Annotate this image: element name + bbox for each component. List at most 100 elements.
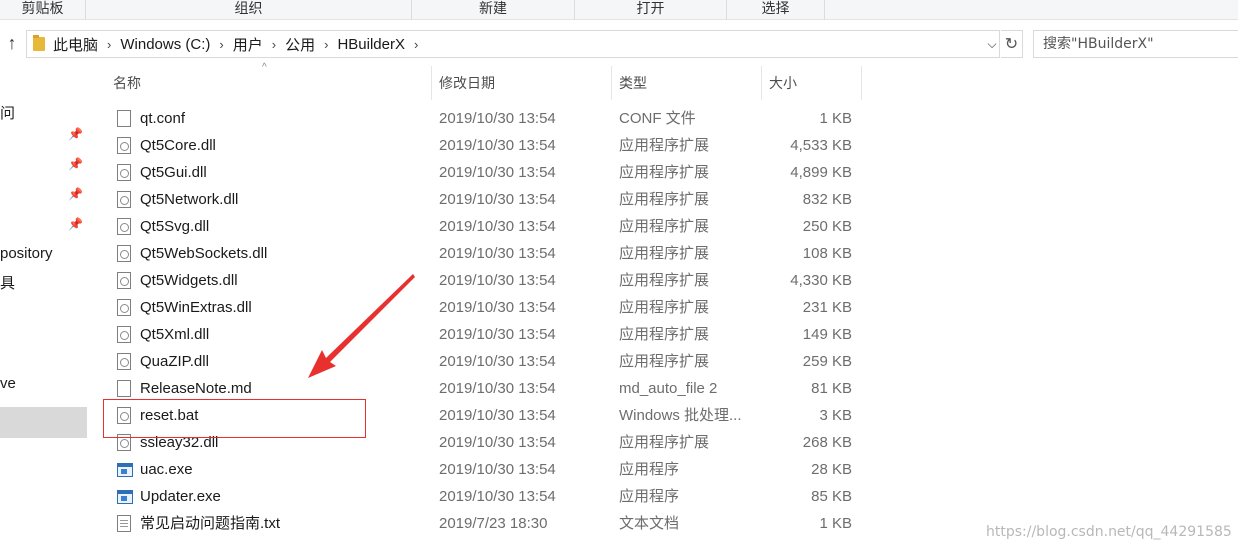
file-row[interactable]: QuaZIP.dll 2019/10/30 13:54 应用程序扩展 259 KB	[106, 348, 862, 375]
file-size: 4,899 KB	[790, 164, 852, 181]
file-size: 3 KB	[819, 407, 852, 424]
pin-icon[interactable]: 📌	[68, 157, 83, 171]
file-name[interactable]: 常见启动问题指南.txt	[140, 510, 432, 537]
ribbon-group-new: 新建	[412, 0, 575, 20]
file-date: 2019/10/30 13:54	[439, 245, 556, 262]
refresh-icon[interactable]: ↻	[1001, 30, 1023, 58]
pin-icon[interactable]: 📌	[68, 127, 83, 141]
file-size: 28 KB	[811, 461, 852, 478]
file-icon	[117, 380, 131, 397]
file-name[interactable]: Qt5Core.dll	[140, 132, 432, 159]
file-row[interactable]: 常见启动问题指南.txt 2019/7/23 18:30 文本文档 1 KB	[106, 510, 862, 537]
column-header-date[interactable]: 修改日期	[432, 66, 612, 100]
chevron-right-icon[interactable]: ›	[272, 37, 276, 52]
nav-item-selected[interactable]	[0, 407, 87, 438]
ribbon-group-organize: 组织	[86, 0, 412, 20]
file-name[interactable]: Updater.exe	[140, 483, 432, 510]
chevron-down-icon[interactable]: ⌵	[983, 31, 1001, 57]
column-header-type[interactable]: 类型	[612, 66, 762, 100]
ribbon-group-clipboard: 剪贴板	[0, 0, 86, 20]
folder-icon	[33, 35, 45, 51]
application-icon	[117, 463, 133, 477]
breadcrumb-item-windows-c[interactable]: Windows (C:)	[120, 36, 210, 53]
file-size: 231 KB	[802, 299, 852, 316]
file-row[interactable]: Updater.exe 2019/10/30 13:54 应用程序 85 KB	[106, 483, 862, 510]
file-row[interactable]: Qt5Svg.dll 2019/10/30 13:54 应用程序扩展 250 KB	[106, 213, 862, 240]
file-row[interactable]: Qt5Gui.dll 2019/10/30 13:54 应用程序扩展 4,899 KB	[106, 159, 862, 186]
file-name[interactable]: uac.exe	[140, 456, 432, 483]
file-date: 2019/7/23 18:30	[439, 515, 548, 532]
chevron-right-icon[interactable]: ›	[324, 37, 328, 52]
dll-file-icon	[117, 191, 131, 208]
file-type: 文本文档	[619, 515, 680, 532]
nav-item-2[interactable]: pository	[0, 242, 53, 266]
breadcrumb-item-public[interactable]: 公用	[285, 34, 315, 55]
nav-item-4[interactable]: ve	[0, 372, 16, 396]
dll-file-icon	[117, 218, 131, 235]
file-name[interactable]: qt.conf	[140, 105, 432, 132]
highlight-box	[103, 399, 366, 438]
file-type: 应用程序扩展	[619, 245, 710, 262]
file-date: 2019/10/30 13:54	[439, 272, 556, 289]
dll-file-icon	[117, 245, 131, 262]
file-size: 250 KB	[802, 218, 852, 235]
file-row[interactable]: Qt5Network.dll 2019/10/30 13:54 应用程序扩展 832 …	[106, 186, 862, 213]
file-date: 2019/10/30 13:54	[439, 164, 556, 181]
search-input[interactable]: 搜索"HBuilderX"	[1033, 30, 1238, 58]
file-row[interactable]: Qt5Xml.dll 2019/10/30 13:54 应用程序扩展 149 KB	[106, 321, 862, 348]
file-name[interactable]: Qt5Network.dll	[140, 186, 432, 213]
file-date: 2019/10/30 13:54	[439, 353, 556, 370]
file-type: 应用程序扩展	[619, 326, 710, 343]
breadcrumb-item-hbuilderx[interactable]: HBuilderX	[337, 36, 405, 53]
file-size: 1 KB	[819, 110, 852, 127]
nav-item-3[interactable]: 具	[0, 272, 15, 296]
file-size: 832 KB	[802, 191, 852, 208]
dll-file-icon	[117, 137, 131, 154]
file-row[interactable]: Qt5WebSockets.dll 2019/10/30 13:54 应用程序扩展 1…	[106, 240, 862, 267]
file-name[interactable]: Qt5WebSockets.dll	[140, 240, 432, 267]
file-row[interactable]: uac.exe 2019/10/30 13:54 应用程序 28 KB	[106, 456, 862, 483]
dll-file-icon	[117, 272, 131, 289]
dll-file-icon	[117, 353, 131, 370]
breadcrumb-item-this-pc[interactable]: 此电脑	[53, 34, 98, 55]
file-date: 2019/10/30 13:54	[439, 326, 556, 343]
chevron-right-icon[interactable]: ›	[219, 37, 223, 52]
file-type: 应用程序扩展	[619, 299, 710, 316]
file-type: 应用程序扩展	[619, 164, 710, 181]
file-date: 2019/10/30 13:54	[439, 461, 556, 478]
pin-icon[interactable]: 📌	[68, 217, 83, 231]
file-size: 149 KB	[802, 326, 852, 343]
file-type: md_auto_file 2	[619, 380, 718, 397]
file-size: 4,533 KB	[790, 137, 852, 154]
dll-file-icon	[117, 326, 131, 343]
file-size: 81 KB	[811, 380, 852, 397]
file-row[interactable]: Qt5WinExtras.dll 2019/10/30 13:54 应用程序扩展 23…	[106, 294, 862, 321]
file-type: CONF 文件	[619, 110, 696, 127]
annotation-arrow	[308, 274, 415, 378]
file-name[interactable]: Qt5Gui.dll	[140, 159, 432, 186]
column-header-size[interactable]: 大小	[762, 66, 862, 100]
application-icon	[117, 490, 133, 504]
up-arrow-icon[interactable]: ↑	[2, 30, 22, 56]
chevron-right-icon[interactable]: ›	[414, 37, 418, 52]
file-row[interactable]: ReleaseNote.md 2019/10/30 13:54 md_auto_fi…	[106, 375, 862, 402]
file-date: 2019/10/30 13:54	[439, 110, 556, 127]
file-type: 应用程序扩展	[619, 218, 710, 235]
file-name[interactable]: Qt5Svg.dll	[140, 213, 432, 240]
address-row: ↑ 此电脑 › Windows (C:) › 用户 › 公用 › HBuilde…	[0, 26, 1238, 60]
file-list-header: ^ 名称 修改日期 类型 大小	[106, 62, 862, 100]
file-row[interactable]: qt.conf 2019/10/30 13:54 CONF 文件 1 KB	[106, 105, 862, 132]
breadcrumb: 此电脑 › Windows (C:) › 用户 › 公用 › HBuilderX…	[53, 31, 427, 57]
file-size: 1 KB	[819, 515, 852, 532]
pin-icon[interactable]: 📌	[68, 187, 83, 201]
file-date: 2019/10/30 13:54	[439, 218, 556, 235]
file-date: 2019/10/30 13:54	[439, 299, 556, 316]
file-row[interactable]: Qt5Core.dll 2019/10/30 13:54 应用程序扩展 4,533 K…	[106, 132, 862, 159]
address-bar[interactable]: 此电脑 › Windows (C:) › 用户 › 公用 › HBuilderX…	[26, 30, 1000, 58]
file-row[interactable]: Qt5Widgets.dll 2019/10/30 13:54 应用程序扩展 4,33…	[106, 267, 862, 294]
arrow-shape	[308, 274, 415, 378]
chevron-right-icon[interactable]: ›	[107, 37, 111, 52]
nav-item-1[interactable]: 问	[0, 102, 15, 126]
breadcrumb-item-users[interactable]: 用户	[233, 34, 263, 55]
column-header-name[interactable]: 名称	[106, 66, 432, 100]
